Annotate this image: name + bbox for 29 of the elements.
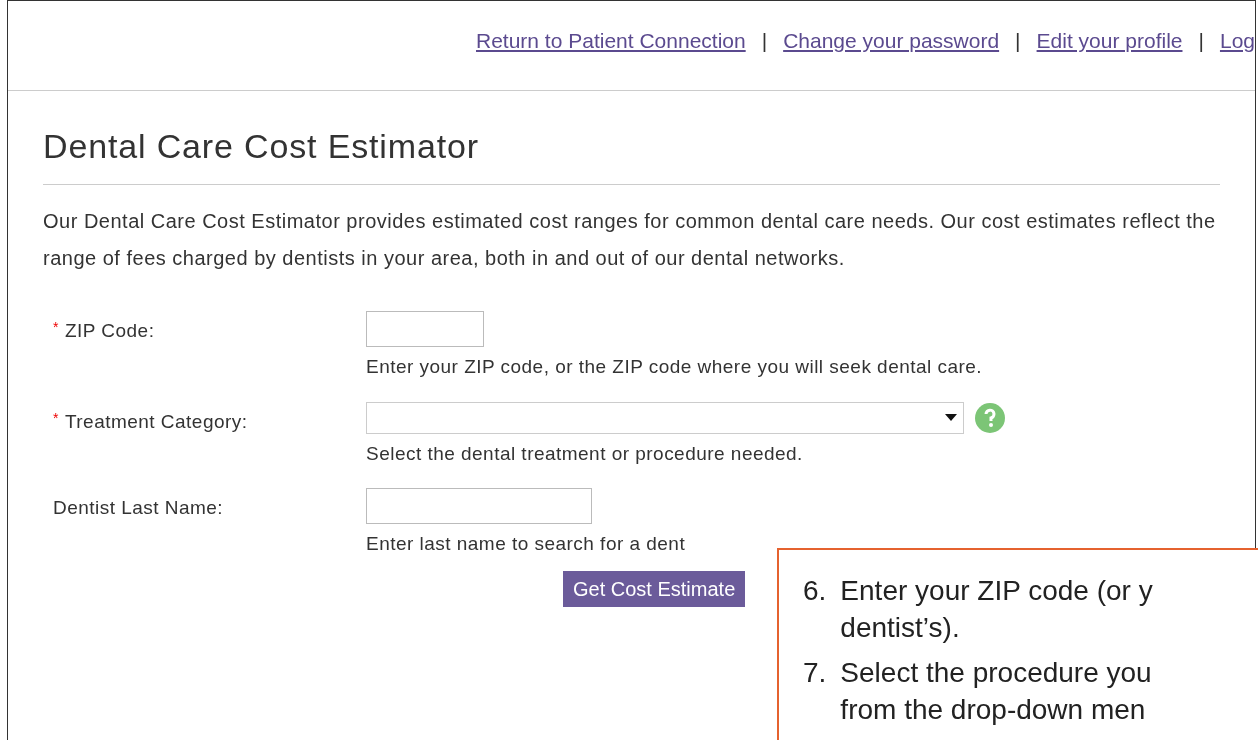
step-number: 7. [803, 656, 827, 690]
field-label: Treatment Category: [64, 409, 248, 434]
nav-link[interactable]: Edit your profile [1036, 25, 1183, 57]
step-text: Enter your ZIP code (or y [840, 574, 1153, 608]
nav-link[interactable]: Log [1219, 25, 1255, 57]
page-title: Dental Care Cost Estimator [43, 121, 1220, 185]
step-text: Select the procedure you [840, 656, 1152, 690]
field-hint: Enter your ZIP code, or the ZIP code where you will seek dental care. [366, 355, 983, 379]
input-field[interactable] [366, 488, 592, 524]
treatment-dropdown[interactable] [366, 401, 964, 434]
step-number: 6. [803, 574, 827, 608]
nav-separator: | [1198, 28, 1204, 54]
caret-icon [945, 414, 957, 421]
required-mark: * [53, 408, 59, 428]
nav-link[interactable]: Change your password [783, 25, 1000, 57]
intro-paragraph: Our Dental Care Cost Estimator provides estimated cost ranges for common dental care needs. Our cost estimates reflect the range of fees charged by dentists in your area, both in and out of our dental networks. [43, 209, 1217, 271]
get-cost-estimate-button[interactable]: Get Cost Estimate [563, 570, 746, 607]
required-mark: * [53, 318, 59, 337]
nav-separator: | [761, 28, 768, 54]
step-text: dentist’s). [840, 611, 961, 645]
field-label: Dentist Last Name: [53, 496, 224, 520]
input-field[interactable] [366, 311, 484, 347]
help-icon[interactable] [974, 401, 1006, 434]
step-text: from the drop-down men [840, 693, 1147, 727]
field-hint: Enter last name to search for a dent [366, 532, 686, 556]
field-hint: Select the dental treatment or procedure needed. [366, 441, 804, 466]
nav-link[interactable]: Return to Patient Connection [476, 25, 746, 57]
nav-separator: | [1015, 28, 1021, 54]
field-label: ZIP Code: [64, 319, 155, 343]
